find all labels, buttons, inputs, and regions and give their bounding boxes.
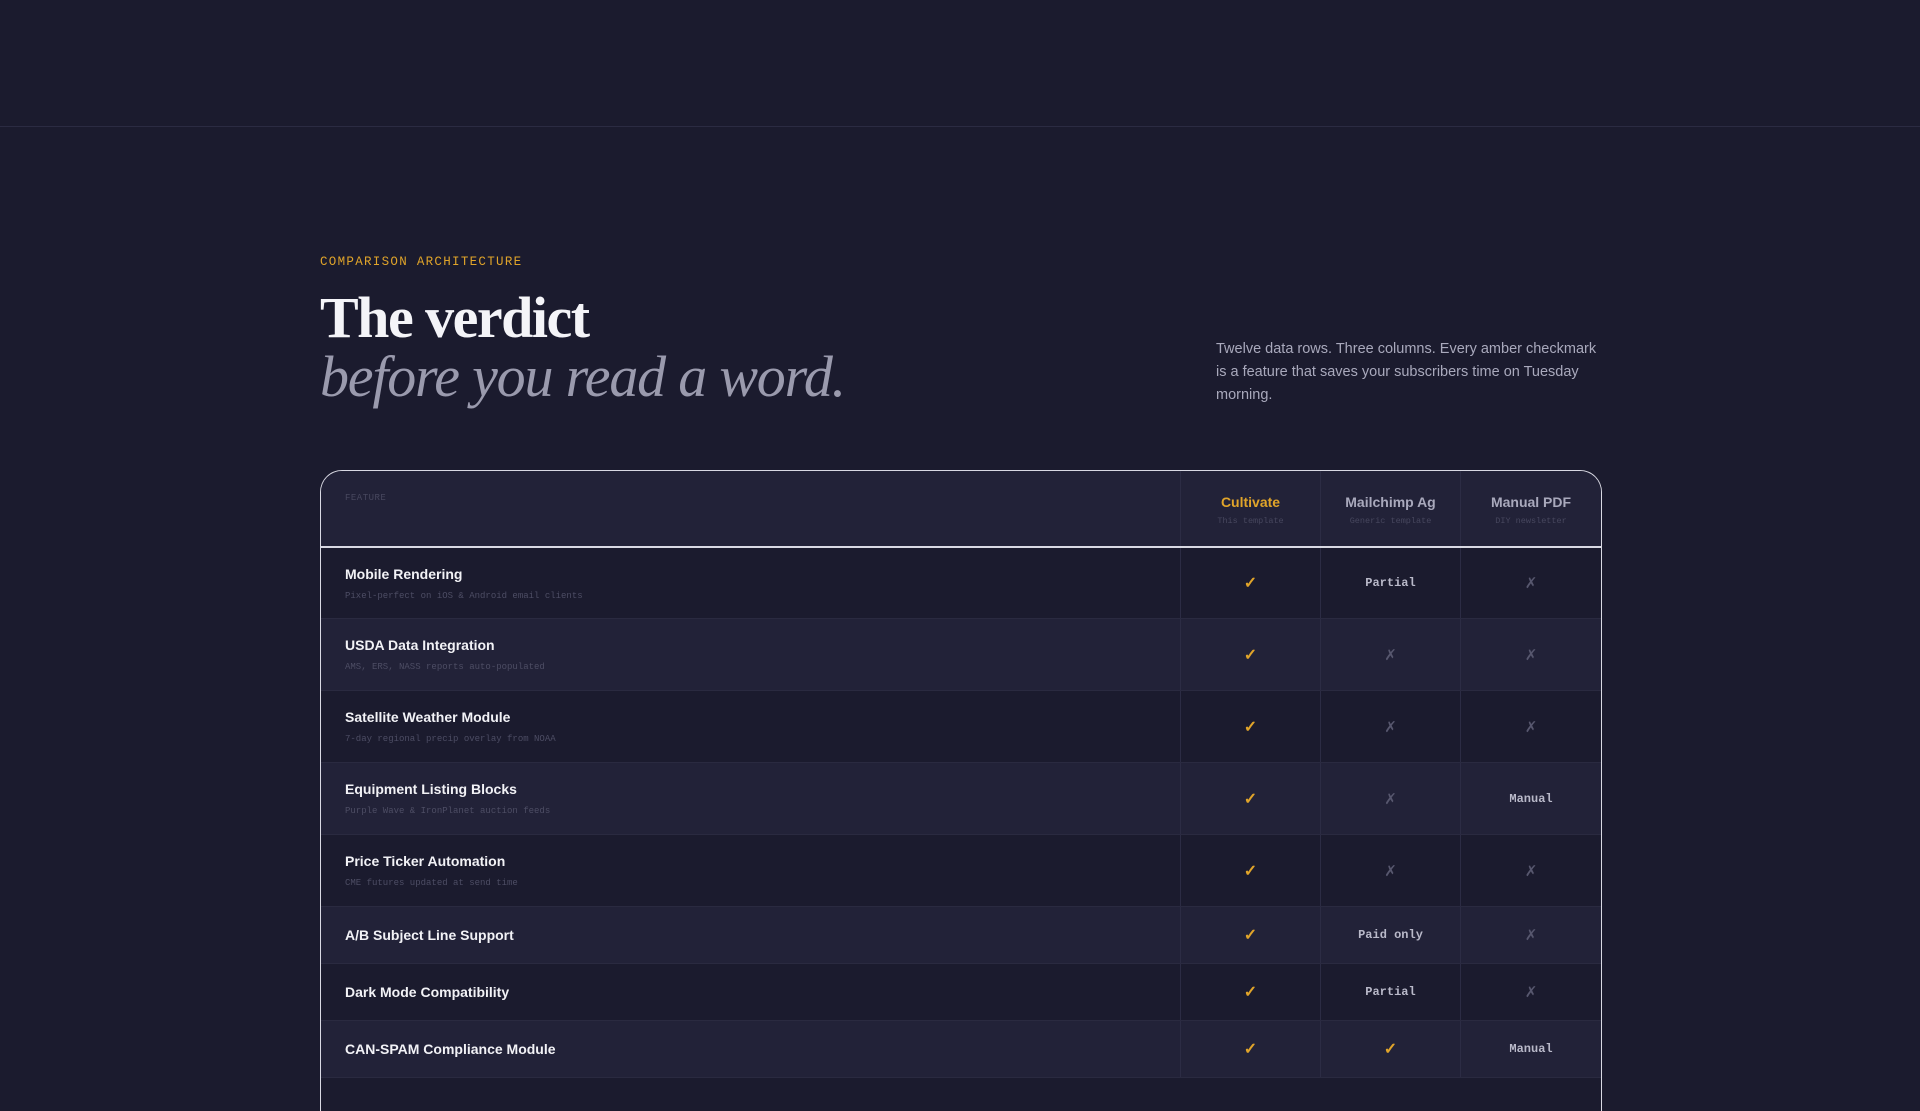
value-cell: ✗	[1320, 835, 1460, 906]
column-subtitle: DIY newsletter	[1495, 516, 1567, 526]
feature-description: CME futures updated at send time	[345, 878, 518, 888]
column-header-cultivate: Cultivate This template	[1180, 471, 1320, 546]
column-header-mailchimp: Mailchimp Ag Generic template	[1320, 471, 1460, 546]
value-cell: ✗	[1460, 691, 1601, 762]
feature-description: Purple Wave & IronPlanet auction feeds	[345, 806, 551, 816]
table-row: Price Ticker Automation CME futures updat…	[321, 835, 1601, 907]
cross-icon: ✗	[1384, 790, 1397, 808]
cross-icon: ✗	[1524, 862, 1538, 880]
feature-name: A/B Subject Line Support	[345, 927, 514, 943]
feature-name: Satellite Weather Module	[345, 709, 511, 725]
cross-icon: ✗	[1384, 862, 1397, 880]
feature-cell: CAN-SPAM Compliance Module	[321, 1021, 1180, 1077]
value-text: Partial	[1365, 576, 1416, 590]
column-name: Cultivate	[1220, 494, 1281, 510]
top-nav-bar	[0, 0, 1920, 127]
cross-icon: ✗	[1524, 646, 1538, 664]
value-text: Paid only	[1358, 928, 1423, 942]
table-row: Equipment Listing Blocks Purple Wave & Ir…	[321, 763, 1601, 835]
value-cell: ✗	[1460, 835, 1601, 906]
feature-name: Dark Mode Compatibility	[345, 984, 510, 1000]
checkmark-icon: ✓	[1243, 1041, 1258, 1058]
feature-cell: Satellite Weather Module 7-day regional p…	[321, 691, 1180, 762]
table-row: USDA Data Integration AMS, ERS, NASS repo…	[321, 619, 1601, 691]
feature-description: 7-day regional precip overlay from NOAA	[345, 734, 556, 744]
value-cell: ✗	[1460, 907, 1601, 963]
checkmark-icon: ✓	[1243, 984, 1258, 1001]
value-cell: ✓	[1180, 763, 1320, 834]
section-eyebrow: COMPARISON ARCHITECTURE	[320, 255, 523, 269]
feature-name: USDA Data Integration	[345, 637, 495, 653]
value-cell: ✓	[1180, 619, 1320, 690]
checkmark-icon: ✓	[1243, 790, 1258, 808]
value-text: Partial	[1365, 985, 1416, 999]
column-subtitle: Generic template	[1349, 516, 1432, 526]
feature-column-header: FEATURE	[345, 493, 387, 503]
value-text: Manual	[1509, 1042, 1553, 1056]
cross-icon: ✗	[1524, 575, 1538, 592]
table-row: Mobile Rendering Pixel-perfect on iOS & A…	[321, 548, 1601, 619]
cross-icon: ✗	[1384, 718, 1397, 736]
feature-cell: A/B Subject Line Support	[321, 907, 1180, 963]
column-header-manual-pdf: Manual PDF DIY newsletter	[1460, 471, 1601, 546]
table-body: Mobile Rendering Pixel-perfect on iOS & A…	[321, 548, 1601, 1078]
value-cell: ✓	[1180, 964, 1320, 1020]
section-description: Twelve data rows. Three columns. Every a…	[1216, 341, 1597, 403]
feature-name: CAN-SPAM Compliance Module	[345, 1041, 556, 1057]
value-cell: ✓	[1180, 835, 1320, 906]
value-text: Manual	[1509, 791, 1553, 806]
cross-icon: ✗	[1524, 927, 1538, 944]
value-cell: ✗	[1320, 619, 1460, 690]
feature-cell: Equipment Listing Blocks Purple Wave & Ir…	[321, 763, 1180, 834]
cross-icon: ✗	[1524, 718, 1538, 736]
table-row: CAN-SPAM Compliance Module ✓ ✓ Manual	[321, 1021, 1601, 1078]
checkmark-icon: ✓	[1243, 575, 1258, 592]
cross-icon: ✗	[1384, 646, 1397, 664]
checkmark-icon: ✓	[1243, 718, 1258, 736]
value-cell: ✗	[1320, 763, 1460, 834]
feature-cell: Mobile Rendering Pixel-perfect on iOS & A…	[321, 548, 1180, 618]
value-cell: ✓	[1180, 907, 1320, 963]
checkmark-icon: ✓	[1243, 927, 1258, 944]
value-cell: ✓	[1180, 1021, 1320, 1077]
value-cell: ✓	[1180, 548, 1320, 618]
feature-cell: Price Ticker Automation CME futures updat…	[321, 835, 1180, 906]
checkmark-icon: ✓	[1383, 1041, 1398, 1058]
feature-description: AMS, ERS, NASS reports auto-populated	[345, 662, 545, 672]
comparison-table: FEATURE Cultivate This template Mailchim…	[320, 470, 1602, 1111]
section-subtitle: before you read a word.	[320, 344, 846, 409]
feature-name: Price Ticker Automation	[345, 853, 506, 869]
value-cell: Partial	[1320, 548, 1460, 618]
checkmark-icon: ✓	[1243, 862, 1258, 880]
table-row: Dark Mode Compatibility ✓ Partial ✗	[321, 964, 1601, 1021]
value-cell: Partial	[1320, 964, 1460, 1020]
feature-cell: Dark Mode Compatibility	[321, 964, 1180, 1020]
value-cell: Manual	[1460, 763, 1601, 834]
column-name: Manual PDF	[1490, 494, 1572, 510]
feature-description: Pixel-perfect on iOS & Android email cli…	[345, 590, 583, 601]
value-cell: Paid only	[1320, 907, 1460, 963]
value-cell: ✓	[1320, 1021, 1460, 1077]
value-cell: ✗	[1460, 548, 1601, 618]
column-name: Mailchimp Ag	[1345, 494, 1436, 510]
value-cell: ✗	[1460, 964, 1601, 1020]
feature-name: Mobile Rendering	[345, 565, 463, 582]
column-subtitle: This template	[1217, 516, 1284, 526]
checkmark-icon: ✓	[1243, 646, 1258, 664]
value-cell: ✗	[1460, 619, 1601, 690]
feature-cell: USDA Data Integration AMS, ERS, NASS repo…	[321, 619, 1180, 690]
feature-name: Equipment Listing Blocks	[345, 781, 517, 797]
table-row: A/B Subject Line Support ✓ Paid only ✗	[321, 907, 1601, 964]
value-cell: Manual	[1460, 1021, 1601, 1077]
value-cell: ✓	[1180, 691, 1320, 762]
value-cell: ✗	[1320, 691, 1460, 762]
table-header: FEATURE Cultivate This template Mailchim…	[321, 471, 1601, 548]
cross-icon: ✗	[1524, 984, 1538, 1001]
table-row: Satellite Weather Module 7-day regional p…	[321, 691, 1601, 763]
